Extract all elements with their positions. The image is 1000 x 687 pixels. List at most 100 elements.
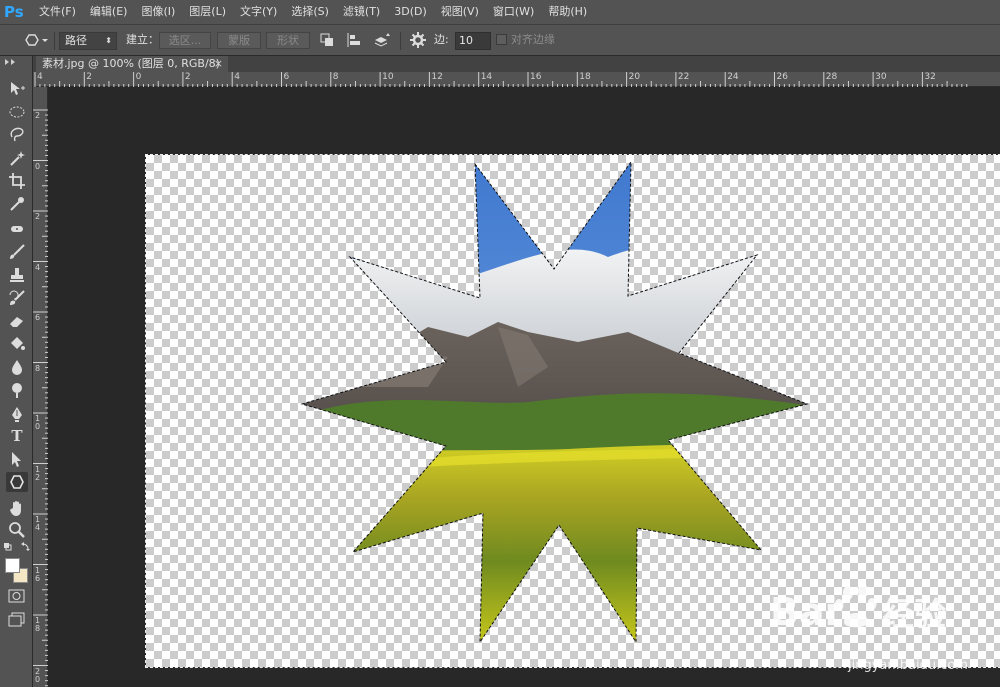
ruler-top-label: 32 bbox=[924, 72, 936, 82]
brush-icon[interactable] bbox=[6, 242, 28, 262]
watermark-brand-latin: Bai bbox=[770, 590, 838, 634]
watermark-url: jingyan.baidu.com bbox=[847, 658, 968, 673]
ruler-top-label: 2 bbox=[184, 72, 191, 82]
path-alignment-button[interactable] bbox=[345, 31, 363, 49]
tool-preset-picker[interactable] bbox=[20, 31, 48, 49]
path-operations-icon bbox=[320, 33, 333, 46]
ruler-top-label: 18 bbox=[579, 72, 591, 82]
quick-mask-icon[interactable] bbox=[8, 589, 26, 603]
path-selection-icon[interactable] bbox=[6, 449, 28, 469]
close-tab-icon[interactable]: × bbox=[214, 56, 223, 72]
horizontal-ruler[interactable]: 4 2 0 2 4 6 8 10 12 14 16 18 20 22 24 26 28 30 32 bbox=[34, 72, 1000, 87]
ruler-left-label: 8 bbox=[35, 363, 41, 373]
ruler-top-label: 12 bbox=[431, 72, 443, 82]
ruler-left-label: 1 6 bbox=[35, 565, 41, 583]
ruler-left-label: 1 4 bbox=[35, 515, 41, 532]
menu-view[interactable]: 视图(V) bbox=[434, 0, 486, 24]
baidu-jingyan-watermark: Bai 经验 jingyan.baidu.com bbox=[770, 584, 968, 673]
separator bbox=[54, 32, 55, 50]
ruler-left-label: 2 0 bbox=[35, 666, 41, 684]
menu-select[interactable]: 选择(S) bbox=[284, 0, 336, 24]
paw-icon bbox=[834, 584, 877, 628]
make-shape-button[interactable]: 形状 bbox=[266, 32, 310, 49]
hand-icon[interactable] bbox=[6, 498, 28, 518]
type-icon[interactable]: T bbox=[6, 426, 28, 446]
polygon-preset-icon bbox=[25, 34, 48, 46]
eraser-icon[interactable] bbox=[6, 311, 28, 331]
sides-label: 边: bbox=[434, 33, 449, 46]
gear-icon bbox=[410, 32, 426, 48]
dodge-icon[interactable] bbox=[6, 380, 28, 400]
paint-bucket-icon[interactable] bbox=[6, 334, 28, 354]
menu-3d[interactable]: 3D(D) bbox=[387, 0, 434, 24]
path-arrangement-icon bbox=[374, 33, 390, 47]
ruler-top-label: 16 bbox=[530, 72, 542, 82]
document-tab-bar: 素材.jpg @ 100% (图层 0, RGB/8) * × bbox=[0, 56, 1000, 86]
ruler-top-label: 0 bbox=[135, 72, 142, 82]
make-selection-button[interactable]: 选区... bbox=[159, 32, 211, 49]
watermark-brand-cn: 经验 bbox=[882, 595, 946, 633]
zoom-icon[interactable] bbox=[6, 520, 28, 540]
make-mask-button[interactable]: 蒙版 bbox=[217, 32, 261, 49]
ruler-top-label: 4 bbox=[234, 72, 240, 82]
menu-filter[interactable]: 滤镜(T) bbox=[336, 0, 387, 24]
geometry-options-button[interactable] bbox=[409, 31, 427, 49]
path-alignment-icon bbox=[347, 33, 360, 47]
path-arrangement-button[interactable] bbox=[372, 31, 392, 49]
options-bar: 路径 ⬍ 建立： 选区... 蒙版 形状 边: 10 对齐边缘 bbox=[0, 24, 1000, 56]
crop-icon[interactable] bbox=[6, 171, 28, 191]
history-brush-icon[interactable] bbox=[6, 288, 28, 308]
ruler-left-label: 4 bbox=[35, 262, 41, 272]
screen-mode-icon[interactable] bbox=[8, 612, 26, 628]
align-edges-checkbox[interactable] bbox=[496, 34, 507, 45]
vertical-ruler[interactable]: 2 0 2 4 6 8 1 0 1 2 1 4 1 6 1 8 2 0 bbox=[33, 87, 48, 687]
make-label: 建立： bbox=[126, 33, 159, 46]
move-tool-icon[interactable] bbox=[6, 78, 28, 98]
eyedropper-icon[interactable] bbox=[6, 194, 28, 214]
ellipse-marquee-icon[interactable] bbox=[6, 102, 28, 122]
ruler-top-label: 4 bbox=[37, 72, 43, 82]
canvas-area[interactable]: Bai 经验 jingyan.baidu.com bbox=[48, 87, 1000, 687]
menu-type[interactable]: 文字(Y) bbox=[233, 0, 284, 24]
spot-healing-icon[interactable] bbox=[6, 219, 28, 239]
menu-window[interactable]: 窗口(W) bbox=[486, 0, 541, 24]
path-operations-button[interactable] bbox=[318, 31, 336, 49]
ruler-top-label: 14 bbox=[480, 72, 493, 82]
collapse-panel-icon[interactable] bbox=[4, 58, 18, 66]
blur-icon[interactable] bbox=[6, 357, 28, 377]
menu-layer[interactable]: 图层(L) bbox=[182, 0, 233, 24]
ruler-top-label: 30 bbox=[875, 72, 887, 82]
ruler-top-label: 24 bbox=[727, 72, 739, 82]
ruler-left-label: 1 8 bbox=[35, 616, 41, 633]
ruler-top-label: 22 bbox=[677, 72, 690, 82]
clone-stamp-icon[interactable] bbox=[6, 265, 28, 285]
tools-panel: T bbox=[0, 56, 33, 687]
stepper-icon: ⬍ bbox=[105, 36, 112, 45]
ruler-top-label: 6 bbox=[283, 72, 290, 82]
align-edges-label: 对齐边缘 bbox=[511, 33, 555, 46]
document-tab[interactable]: 素材.jpg @ 100% (图层 0, RGB/8) * × bbox=[36, 56, 228, 86]
menu-edit[interactable]: 编辑(E) bbox=[83, 0, 135, 24]
ruler-top-label: 20 bbox=[628, 72, 641, 82]
photoshop-logo: Ps bbox=[4, 3, 24, 21]
mode-select[interactable]: 路径 ⬍ bbox=[59, 32, 117, 50]
ruler-left-label: 1 2 bbox=[35, 464, 41, 482]
pen-icon[interactable] bbox=[6, 404, 28, 424]
ruler-left-label: 1 0 bbox=[35, 414, 41, 431]
magic-wand-icon[interactable] bbox=[6, 148, 28, 168]
ruler-top-label: 2 bbox=[86, 72, 93, 82]
ruler-top-label: 28 bbox=[825, 72, 838, 82]
lasso-icon[interactable] bbox=[6, 124, 28, 144]
sides-input[interactable]: 10 bbox=[455, 32, 491, 50]
ruler-left-label: 2 bbox=[35, 111, 41, 120]
menu-help[interactable]: 帮助(H) bbox=[541, 0, 594, 24]
foreground-color-swatch[interactable] bbox=[5, 558, 20, 573]
star-photo bbox=[302, 162, 807, 642]
menu-bar: Ps 文件(F) 编辑(E) 图像(I) 图层(L) 文字(Y) 选择(S) 滤… bbox=[0, 0, 1000, 24]
swap-colors-icon[interactable] bbox=[3, 542, 31, 554]
menu-file[interactable]: 文件(F) bbox=[32, 0, 83, 24]
polygon-shape-icon[interactable] bbox=[6, 472, 28, 492]
ruler-left-label: 6 bbox=[35, 313, 41, 322]
ruler-left-label: 2 bbox=[35, 212, 41, 221]
menu-image[interactable]: 图像(I) bbox=[134, 0, 182, 24]
